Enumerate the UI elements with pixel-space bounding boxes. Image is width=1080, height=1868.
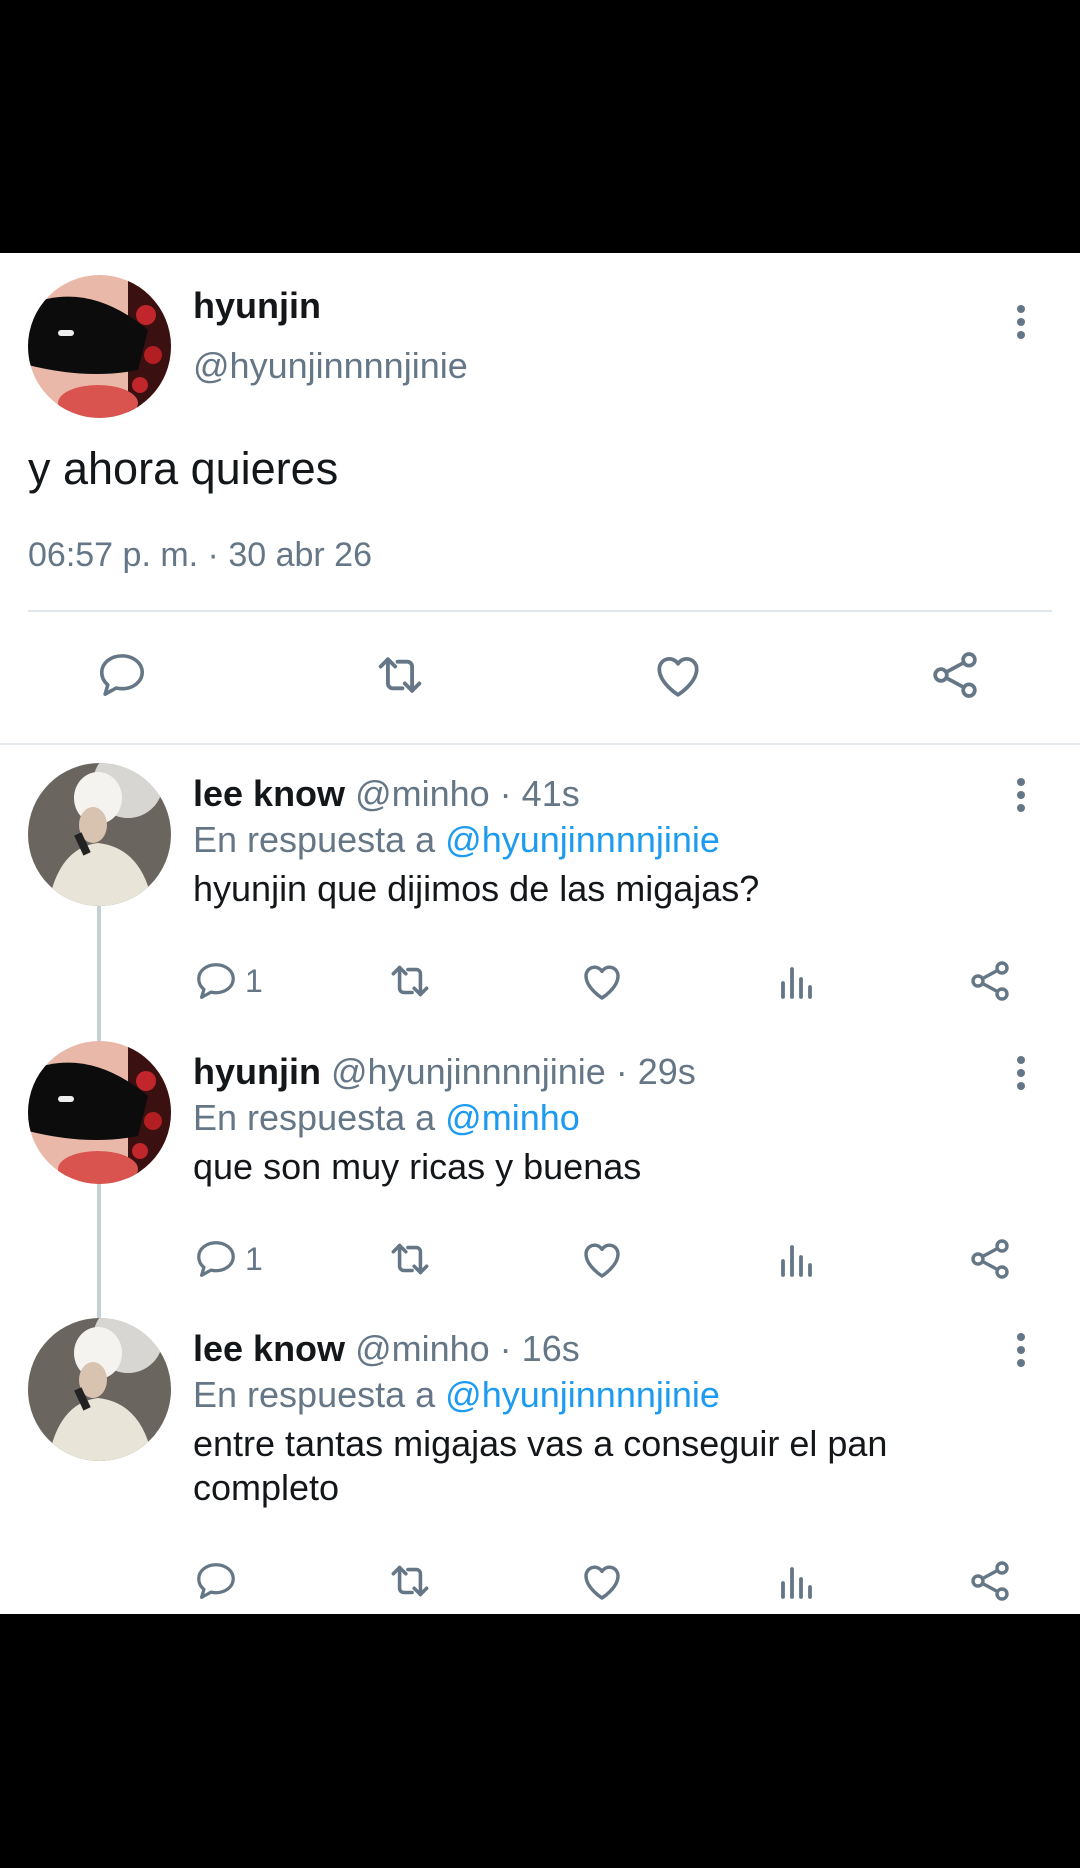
avatar[interactable] — [28, 763, 171, 906]
display-name[interactable]: lee know — [193, 773, 345, 814]
avatar[interactable] — [28, 1318, 171, 1461]
like-icon[interactable] — [578, 951, 626, 1011]
display-name[interactable]: hyunjin — [193, 285, 321, 327]
divider — [28, 610, 1052, 612]
more-options-icon[interactable] — [1001, 300, 1041, 344]
in-reply-label: En respuesta a — [193, 1097, 446, 1138]
views-icon[interactable] — [773, 1551, 821, 1611]
more-options-icon[interactable] — [1001, 1328, 1041, 1372]
like-icon[interactable] — [648, 645, 708, 705]
retweet-icon[interactable] — [385, 951, 435, 1011]
display-name[interactable]: hyunjin — [193, 1051, 321, 1092]
in-reply-to: En respuesta a @hyunjinnnnjinie — [193, 1374, 720, 1416]
avatar[interactable] — [28, 1041, 171, 1184]
reply-button[interactable]: 1 — [193, 951, 263, 1011]
in-reply-to: En respuesta a @hyunjinnnnjinie — [193, 819, 720, 861]
share-icon[interactable] — [966, 951, 1014, 1011]
tweet-text: y ahora quieres — [28, 443, 339, 494]
reply-icon — [197, 1563, 235, 1599]
reply-meta: @hyunjinnnnjinie · 29s — [331, 1051, 696, 1092]
share-icon[interactable] — [925, 645, 985, 705]
reply-button[interactable] — [193, 1551, 245, 1611]
in-reply-label: En respuesta a — [193, 819, 446, 860]
reply-tweet[interactable]: lee know @minho · 16s En respuesta a @hy… — [0, 1318, 1080, 1614]
reply-meta: @minho · 41s — [355, 773, 580, 814]
display-name[interactable]: lee know — [193, 1328, 345, 1369]
reply-text: hyunjin que dijimos de las migajas? — [193, 868, 760, 909]
retweet-icon[interactable] — [385, 1551, 435, 1611]
more-options-icon[interactable] — [1001, 1051, 1041, 1095]
share-icon[interactable] — [966, 1551, 1014, 1611]
avatar[interactable] — [28, 275, 171, 418]
mention-link[interactable]: @minho — [445, 1097, 580, 1138]
reply-tweet[interactable]: lee know @minho · 41s En respuesta a @hy… — [0, 763, 1080, 1033]
reply-tweet[interactable]: hyunjin @hyunjinnnnjinie · 29s En respue… — [0, 1041, 1080, 1311]
retweet-icon[interactable] — [385, 1229, 435, 1289]
divider — [0, 743, 1080, 745]
mention-link[interactable]: @hyunjinnnnjinie — [445, 1374, 720, 1415]
tweet-timestamp: 06:57 p. m. · 30 abr 26 — [28, 536, 372, 574]
reply-meta: @minho · 16s — [355, 1328, 580, 1369]
in-reply-to: En respuesta a @minho — [193, 1097, 580, 1139]
like-icon[interactable] — [578, 1229, 626, 1289]
more-options-icon[interactable] — [1001, 773, 1041, 817]
views-icon[interactable] — [773, 1229, 821, 1289]
reply-action-bar — [0, 1551, 1080, 1611]
username[interactable]: @hyunjinnnnjinie — [193, 345, 468, 387]
reply-count: 1 — [245, 1240, 263, 1277]
reply-text: entre tantas migajas vas a conseguir el … — [193, 1423, 888, 1508]
reply-icon[interactable] — [92, 645, 152, 705]
reply-text: que son muy ricas y buenas — [193, 1146, 642, 1187]
share-icon[interactable] — [966, 1229, 1014, 1289]
reply-icon — [197, 1241, 235, 1277]
reply-action-bar: 1 — [0, 1229, 1080, 1289]
views-icon[interactable] — [773, 951, 821, 1011]
tweet-thread-card: hyunjin @hyunjinnnnjinie y ahora quieres… — [0, 253, 1080, 1614]
reply-button[interactable]: 1 — [193, 1229, 263, 1289]
in-reply-label: En respuesta a — [193, 1374, 446, 1415]
mention-link[interactable]: @hyunjinnnnjinie — [445, 819, 720, 860]
reply-count: 1 — [245, 962, 263, 999]
reply-action-bar: 1 — [0, 951, 1080, 1011]
like-icon[interactable] — [578, 1551, 626, 1611]
retweet-icon[interactable] — [370, 645, 430, 705]
reply-icon — [197, 963, 235, 999]
